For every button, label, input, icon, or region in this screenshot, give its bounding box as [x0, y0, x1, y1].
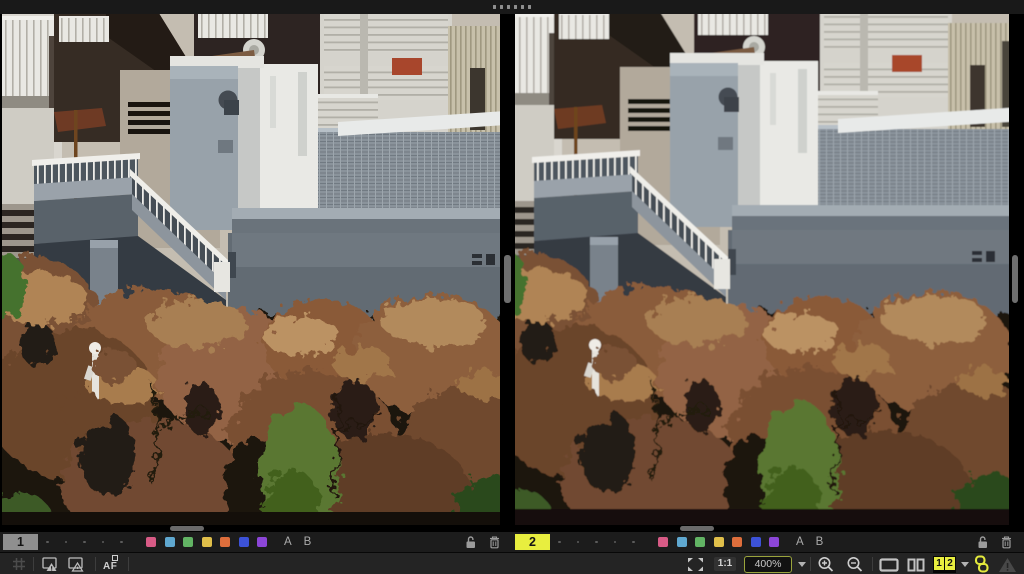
color-tag-row	[146, 532, 267, 552]
titlebar-drag-dot	[493, 5, 496, 9]
warning-icon	[998, 557, 1017, 574]
titlebar-drag-dot	[507, 5, 510, 9]
color-tag-swatch[interactable]	[676, 537, 687, 547]
lock-icon[interactable]	[464, 535, 478, 549]
toolbar-divider	[33, 557, 34, 571]
variant-ab-labels: A B	[796, 532, 823, 552]
photo-image-2	[515, 14, 1009, 525]
bottom-toolbar: AF 1:1 400% 1 2	[0, 552, 1024, 574]
titlebar-drag-dot	[521, 5, 524, 9]
fit-view-icon[interactable]	[687, 557, 704, 574]
single-view-icon[interactable]	[879, 558, 899, 574]
color-tag-swatch[interactable]	[220, 537, 230, 547]
zoom-out-icon[interactable]	[846, 556, 864, 574]
trash-icon[interactable]	[488, 535, 502, 549]
zoom-level-input[interactable]: 400%	[744, 556, 792, 573]
color-tag-swatch[interactable]	[713, 537, 724, 547]
color-tag-swatch[interactable]	[257, 537, 267, 547]
titlebar-drag-dot	[500, 5, 503, 9]
titlebar-drag-dot	[514, 5, 517, 9]
rating-dot[interactable]	[64, 540, 67, 544]
color-tag-swatch[interactable]	[164, 537, 175, 547]
compare-right-digit: 2	[945, 557, 955, 570]
af-points-icon[interactable]: AF	[103, 555, 125, 572]
color-tag-swatch[interactable]	[201, 537, 212, 547]
compare-12-icon[interactable]: 1 2	[933, 556, 956, 573]
compare-dropdown-caret[interactable]	[961, 562, 969, 567]
color-tag-swatch[interactable]	[769, 537, 779, 547]
variant-ab-labels: A B	[284, 532, 311, 552]
toolbar-divider	[810, 557, 811, 571]
rating-dot[interactable]	[558, 540, 561, 544]
variant-bar-pane-2: 2 A B	[512, 532, 1024, 552]
color-tag-swatch[interactable]	[238, 537, 249, 547]
one-to-one-icon[interactable]: 1:1	[714, 557, 736, 571]
titlebar-drag-dot	[528, 5, 531, 9]
color-tag-swatch[interactable]	[750, 537, 761, 547]
right-edge-handle[interactable]	[1012, 255, 1018, 303]
toolbar-divider	[128, 557, 129, 571]
rating-dot[interactable]	[120, 540, 123, 544]
horizontal-scrollbar-pane-1[interactable]	[170, 526, 204, 531]
viewer-pane-2[interactable]	[515, 14, 1009, 525]
focus-warning-icon[interactable]	[68, 557, 86, 574]
variant-b-label[interactable]: B	[304, 536, 312, 548]
rating-dot[interactable]	[101, 540, 104, 544]
af-label: AF	[103, 561, 118, 572]
rating-dot[interactable]	[576, 540, 579, 544]
color-tag-swatch[interactable]	[732, 537, 742, 547]
photo-image-1	[2, 14, 500, 525]
zoom-in-icon[interactable]	[817, 556, 835, 574]
zoom-dropdown-caret[interactable]	[798, 562, 806, 567]
variant-a-label[interactable]: A	[796, 536, 804, 548]
exposure-warning-icon[interactable]	[42, 557, 60, 574]
variant-a-label[interactable]: A	[284, 536, 292, 548]
variant-bar-pane-1: 1 A B	[0, 532, 512, 552]
horizontal-scrollbar-pane-2[interactable]	[680, 526, 714, 531]
color-tag-swatch[interactable]	[183, 537, 193, 547]
position-badge-1[interactable]: 1	[3, 534, 38, 550]
titlebar[interactable]	[0, 0, 1024, 14]
rating-dot[interactable]	[83, 540, 86, 544]
rating-dots	[46, 532, 123, 552]
rating-dot[interactable]	[613, 540, 616, 544]
titlebar-drag-dots	[493, 5, 531, 9]
rating-dot[interactable]	[595, 540, 598, 544]
variant-bar: 1 A B 2 A B	[0, 532, 1024, 552]
app-window: 1 A B 2 A B AF 1:1 400% 1 2	[0, 0, 1024, 574]
grid-overlay-icon[interactable]	[12, 557, 26, 574]
pane-divider-handle[interactable]	[504, 255, 511, 303]
color-tag-swatch[interactable]	[146, 537, 156, 547]
viewer-pane-1[interactable]	[2, 14, 500, 525]
link-panels-icon[interactable]	[972, 555, 991, 574]
compare-left-digit: 1	[934, 557, 944, 570]
rating-dot[interactable]	[46, 540, 49, 544]
variant-b-label[interactable]: B	[816, 536, 824, 548]
color-tag-swatch[interactable]	[658, 537, 668, 547]
position-badge-2-selected[interactable]: 2	[515, 534, 550, 550]
rating-dot[interactable]	[632, 540, 635, 544]
color-tag-row	[658, 532, 779, 552]
rating-dots	[558, 532, 635, 552]
color-tag-swatch[interactable]	[695, 537, 705, 547]
multi-view-icon[interactable]	[907, 558, 925, 574]
trash-icon[interactable]	[1000, 535, 1014, 549]
toolbar-divider	[95, 557, 96, 571]
lock-icon[interactable]	[976, 535, 990, 549]
toolbar-divider	[872, 557, 873, 571]
